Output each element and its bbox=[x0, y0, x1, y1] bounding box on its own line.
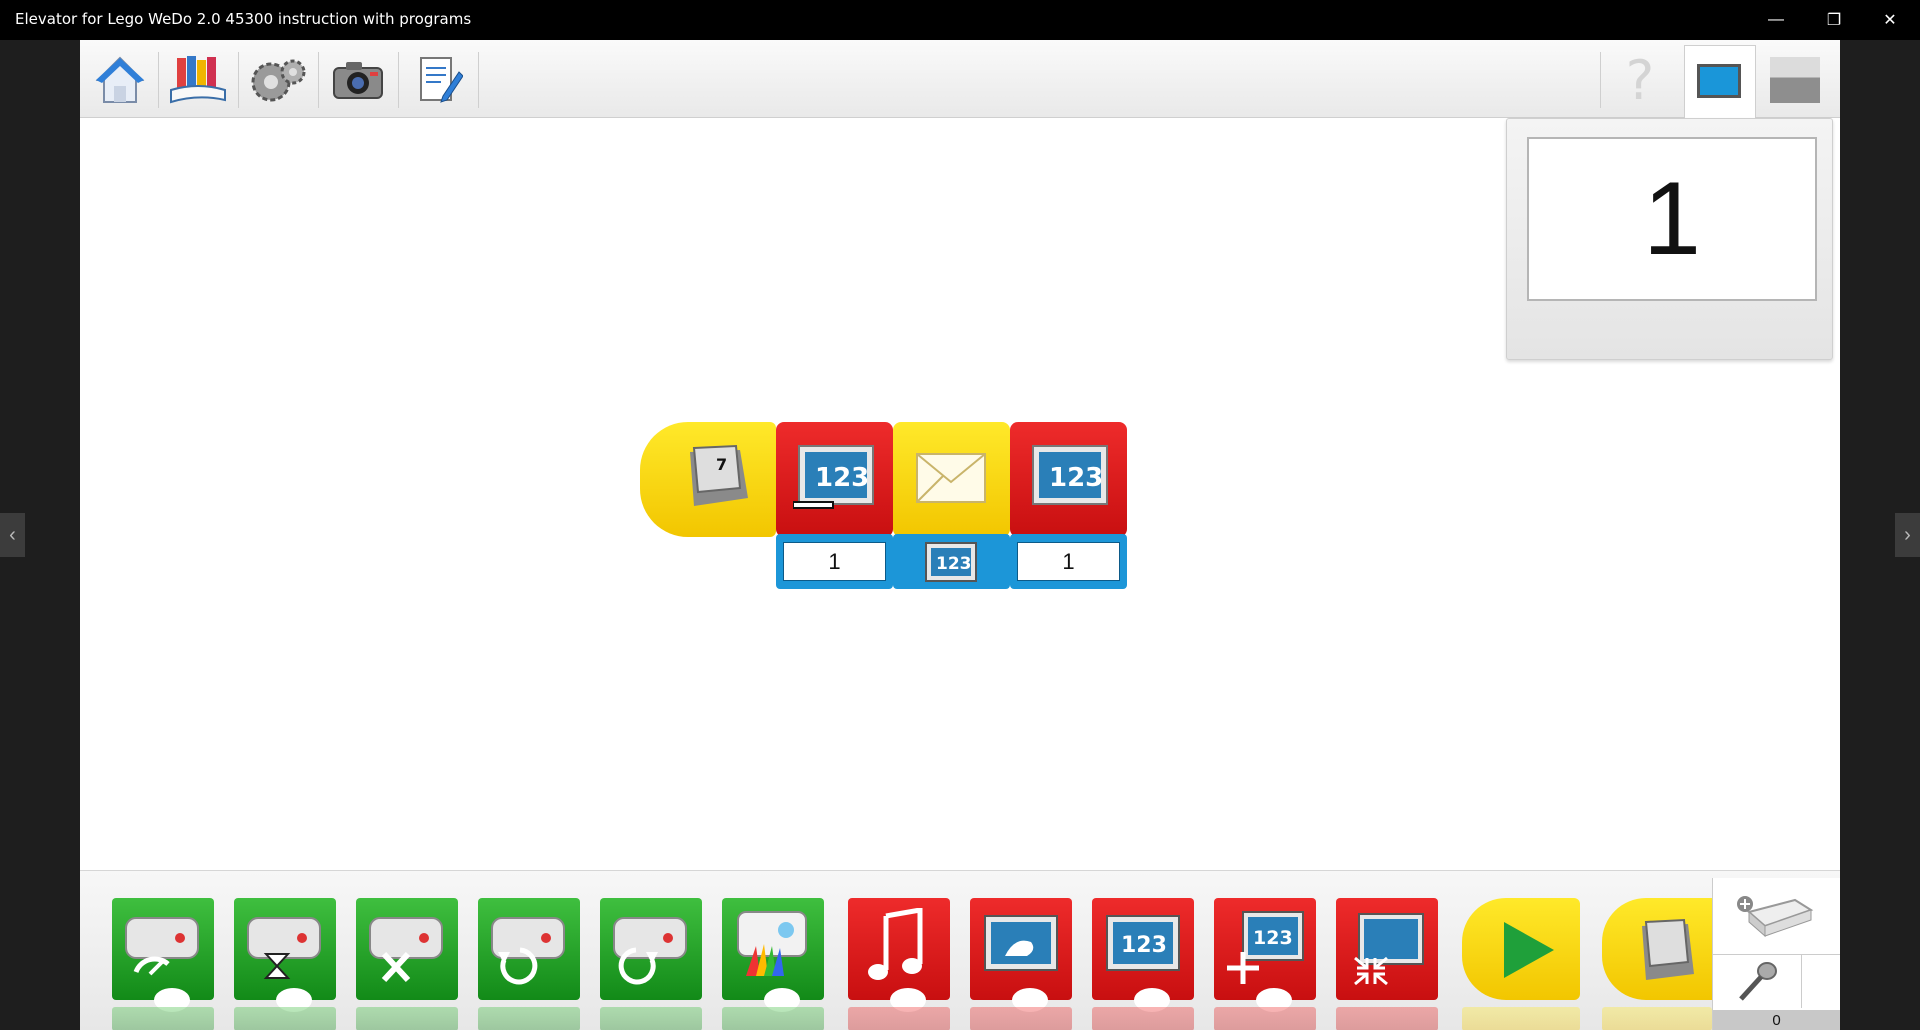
document-pencil-icon bbox=[420, 57, 463, 103]
screen-123-icon: 123 bbox=[925, 542, 977, 582]
number-input-1[interactable]: 1 bbox=[776, 534, 893, 589]
key-icon: 7 bbox=[690, 444, 748, 506]
documentation-button[interactable] bbox=[403, 50, 473, 110]
motor-off-icon bbox=[369, 917, 443, 983]
add-hub-icon bbox=[1737, 896, 1814, 938]
display-size-block[interactable] bbox=[1336, 898, 1438, 1000]
add-to-display-block[interactable]: 123 bbox=[1214, 898, 1316, 1012]
gears-icon bbox=[251, 59, 306, 102]
screen-123-icon: 123 bbox=[1106, 915, 1180, 971]
sound-level-bar: 0 bbox=[1713, 1010, 1840, 1030]
close-button[interactable]: ✕ bbox=[1862, 0, 1918, 40]
key-label: 7 bbox=[716, 455, 727, 474]
display-background-block[interactable] bbox=[970, 898, 1072, 1012]
music-note-icon bbox=[868, 908, 923, 980]
hub-color-icon bbox=[737, 911, 807, 976]
top-toolbar: ? bbox=[80, 40, 1840, 119]
help-icon: ? bbox=[1625, 48, 1655, 112]
screen-shrink-icon bbox=[1354, 913, 1424, 986]
motor-speed-icon bbox=[125, 917, 199, 976]
play-sound-block[interactable] bbox=[848, 898, 950, 1012]
number-input-value[interactable]: 1 bbox=[1017, 542, 1120, 581]
play-icon bbox=[1504, 922, 1554, 978]
device-panel: 0 bbox=[1712, 878, 1840, 1030]
books-icon bbox=[170, 56, 226, 104]
previous-page-button[interactable]: ‹ bbox=[0, 513, 25, 557]
block-label: 123 bbox=[1121, 933, 1167, 958]
microphone-icon bbox=[1739, 962, 1777, 1001]
gray-panel-icon bbox=[1770, 57, 1820, 103]
display-tab[interactable] bbox=[1684, 45, 1756, 119]
gray-panel-button[interactable] bbox=[1760, 50, 1830, 110]
start-block[interactable] bbox=[1462, 898, 1580, 1000]
wedo-app: ? 1 7 123 123 1 123 1 123 123 0 bbox=[80, 40, 1840, 1030]
restore-button[interactable]: ❐ bbox=[1806, 0, 1862, 40]
key-icon bbox=[1642, 918, 1694, 980]
hourglass-icon bbox=[247, 917, 321, 979]
library-button[interactable] bbox=[163, 50, 233, 110]
number-input-value[interactable]: 1 bbox=[783, 542, 886, 581]
message-input[interactable]: 123 bbox=[893, 534, 1010, 589]
send-message-block[interactable] bbox=[893, 422, 1010, 537]
screen-123-plus-icon: 123 bbox=[1227, 911, 1304, 984]
connect-hub-button[interactable] bbox=[1713, 878, 1840, 955]
title-bar: Elevator for Lego WeDo 2.0 45300 instruc… bbox=[0, 0, 1920, 40]
next-page-button[interactable]: › bbox=[1895, 513, 1920, 557]
screen-image-icon bbox=[984, 915, 1058, 971]
start-on-key-block[interactable]: 7 bbox=[640, 422, 776, 537]
display-number-block-palette[interactable]: 123 bbox=[1092, 898, 1194, 1012]
camera-button[interactable] bbox=[323, 50, 393, 110]
display-panel-icon bbox=[1697, 64, 1741, 98]
home-button[interactable] bbox=[85, 50, 155, 110]
home-icon bbox=[95, 56, 145, 103]
rotate-left-icon bbox=[491, 917, 565, 985]
envelope-icon bbox=[916, 453, 986, 503]
motor-off-block[interactable] bbox=[356, 898, 458, 1000]
microphone-sensor[interactable] bbox=[1713, 955, 1802, 1008]
block-label: 123 bbox=[815, 463, 869, 493]
window-title: Elevator for Lego WeDo 2.0 45300 instruc… bbox=[15, 10, 472, 28]
block-label: 123 bbox=[1253, 927, 1293, 949]
display-window: 1 bbox=[1506, 118, 1833, 360]
settings-button[interactable] bbox=[243, 50, 313, 110]
block-palette: 123 123 bbox=[80, 870, 1840, 1030]
motor-direction-right-block[interactable] bbox=[600, 898, 702, 1000]
start-on-key-block-palette[interactable] bbox=[1602, 898, 1712, 1000]
display-number-minus-block[interactable]: 123 bbox=[776, 422, 893, 537]
help-button[interactable]: ? bbox=[1605, 48, 1675, 112]
display-number-block[interactable]: 123 bbox=[1010, 422, 1127, 537]
camera-icon bbox=[333, 62, 383, 99]
hub-light-block[interactable] bbox=[722, 898, 824, 1012]
screen-123-icon: 123 bbox=[1032, 445, 1108, 505]
number-input-2[interactable]: 1 bbox=[1010, 534, 1127, 589]
motor-direction-left-block[interactable] bbox=[478, 898, 580, 1000]
motor-power-block[interactable] bbox=[112, 898, 214, 1012]
motor-on-for-block[interactable] bbox=[234, 898, 336, 1012]
screen-123-icon: 123 bbox=[793, 445, 874, 509]
minimize-button[interactable]: — bbox=[1748, 0, 1804, 40]
sound-level-value: 0 bbox=[1772, 1011, 1781, 1029]
block-label: 123 bbox=[1049, 463, 1103, 493]
display-value: 1 bbox=[1527, 137, 1817, 301]
rotate-right-icon bbox=[613, 917, 687, 985]
input-label: 123 bbox=[936, 554, 972, 574]
